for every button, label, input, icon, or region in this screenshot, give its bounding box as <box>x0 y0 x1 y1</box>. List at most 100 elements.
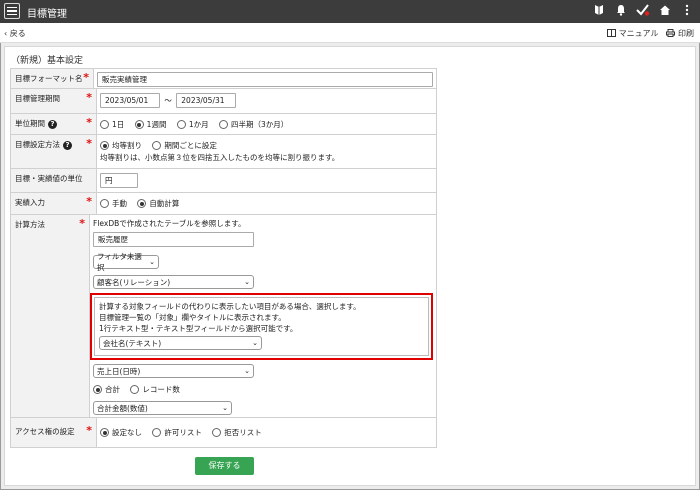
period-label: 目標管理期間 <box>15 94 60 103</box>
option-label: 四半期（3か月） <box>231 120 289 129</box>
access-option-allow[interactable]: 許可リスト <box>152 427 202 438</box>
required-mark: * <box>83 71 89 84</box>
required-mark: * <box>86 116 92 129</box>
help-icon[interactable]: ? <box>48 120 57 129</box>
option-label: 1日 <box>112 120 125 129</box>
aggregation-option-count[interactable]: レコード数 <box>130 384 180 395</box>
period-separator: 〜 <box>164 96 172 105</box>
radio-button-selected[interactable] <box>100 428 109 437</box>
display-field-help-2: 目標管理一覧の「対象」欄やタイトルに表示されます。 <box>99 313 286 322</box>
radio-button-selected[interactable] <box>93 385 102 394</box>
option-label: 手動 <box>112 199 127 208</box>
unit-period-option-day[interactable]: 1日 <box>100 119 124 130</box>
app-title: 目標管理 <box>27 9 67 20</box>
required-mark: * <box>86 195 92 208</box>
actual-input-option-manual[interactable]: 手動 <box>100 198 127 209</box>
save-button[interactable]: 保存する <box>195 457 254 475</box>
sub-toolbar: ‹ 戻る マニュアル 印刷 <box>0 23 700 43</box>
option-label: レコード数 <box>142 385 180 394</box>
print-label: 印刷 <box>678 29 694 38</box>
bell-icon[interactable] <box>614 4 628 18</box>
unit-period-option-week[interactable]: 1週間 <box>134 119 167 130</box>
radio-button[interactable] <box>176 120 186 129</box>
print-link[interactable]: 印刷 <box>666 28 694 39</box>
chevron-down-icon: ⌄ <box>222 404 228 412</box>
table-input[interactable]: 販売履歴 <box>93 232 254 247</box>
home-icon[interactable] <box>658 4 672 18</box>
manual-link[interactable]: マニュアル <box>607 28 658 39</box>
row-actual-input: 実績入力 * 手動 自動計算 <box>10 193 437 215</box>
radio-button[interactable] <box>100 199 109 208</box>
radio-button-selected[interactable] <box>137 199 147 208</box>
row-period: 目標管理期間 * 2023/05/01 〜 2023/05/31 <box>10 89 437 114</box>
access-option-deny[interactable]: 拒否リスト <box>212 427 262 438</box>
calc-method-label: 計算方法 <box>15 220 45 229</box>
chevron-left-icon: ‹ <box>4 29 8 38</box>
radio-button[interactable] <box>152 141 162 150</box>
main-panel: （新規）基本設定 目標フォーマット名 * 販売実績管理 目標管理期間 * 2023/… <box>4 46 696 486</box>
row-format-name: 目標フォーマット名 * 販売実績管理 <box>10 69 437 89</box>
unit-label: 目標・実績値の単位 <box>15 174 83 183</box>
hamburger-menu-icon[interactable] <box>4 3 20 19</box>
back-label: 戻る <box>9 29 26 38</box>
unit-period-option-quarter[interactable]: 四半期（3か月） <box>219 119 288 130</box>
period-start-input[interactable]: 2023/05/01 <box>100 93 160 108</box>
option-label: 合計 <box>105 385 120 394</box>
radio-button[interactable] <box>130 385 140 394</box>
back-link[interactable]: ‹ 戻る <box>4 28 26 39</box>
setting-method-option-period[interactable]: 期間ごとに設定 <box>152 140 217 152</box>
period-end-input[interactable]: 2023/05/31 <box>176 93 237 108</box>
chevron-down-icon: ⌄ <box>244 278 250 286</box>
more-icon[interactable] <box>680 4 694 18</box>
target-field-select[interactable]: 顧客名(リレーション) ⌄ <box>93 275 254 289</box>
option-label: 許可リスト <box>164 428 202 437</box>
required-mark: * <box>86 137 92 150</box>
beginner-icon[interactable] <box>592 4 606 18</box>
chevron-down-icon: ⌄ <box>244 367 250 375</box>
radio-button[interactable] <box>219 120 229 129</box>
amount-field-value: 合計金額(数値) <box>97 403 148 413</box>
display-field-help-1: 計算する対象フィールドの代わりに表示したい項目がある場合、選択します。 <box>99 302 361 311</box>
row-setting-method: 目標設定方法? * 均等割り 期間ごとに設定 均等割りは、小数点第３位を四捨五入し… <box>10 135 437 169</box>
aggregation-option-sum[interactable]: 合計 <box>93 384 120 395</box>
option-label: 自動計算 <box>149 199 180 208</box>
highlight-box: 計算する対象フィールドの代わりに表示したい項目がある場合、選択します。 目標管理… <box>90 293 433 360</box>
access-label: アクセス権の設定 <box>15 427 75 436</box>
display-field-value: 会社名(テキスト) <box>103 338 162 348</box>
row-unit: 目標・実績値の単位 円 <box>10 169 437 193</box>
row-unit-period: 単位期間? * 1日 1週間 1か月 四半期（3か月） <box>10 114 437 135</box>
required-mark: * <box>86 424 92 437</box>
filter-select-value: フィルタ未選択 <box>97 252 142 272</box>
date-field-select[interactable]: 売上日(日時) ⌄ <box>93 364 254 378</box>
unit-period-option-month[interactable]: 1か月 <box>176 119 209 130</box>
settings-form: 目標フォーマット名 * 販売実績管理 目標管理期間 * 2023/05/01 〜 2… <box>10 68 437 448</box>
actual-input-option-auto[interactable]: 自動計算 <box>137 198 179 209</box>
option-label: 期間ごとに設定 <box>164 141 217 150</box>
unit-input[interactable]: 円 <box>100 173 138 188</box>
setting-method-note: 均等割りは、小数点第３位を四捨五入したものを均等に割り振ります。 <box>100 153 340 162</box>
date-field-value: 売上日(日時) <box>97 366 141 376</box>
section-title: （新規）基本設定 <box>11 56 84 66</box>
actual-input-label: 実績入力 <box>15 198 45 207</box>
book-icon <box>607 29 617 37</box>
check-icon[interactable] <box>636 4 650 18</box>
radio-button-selected[interactable] <box>100 141 109 150</box>
radio-button-selected[interactable] <box>134 120 144 129</box>
access-option-none[interactable]: 設定なし <box>100 427 142 438</box>
format-name-input[interactable]: 販売実績管理 <box>97 72 433 87</box>
row-calc-method: 計算方法 * FlexDBで作成されたテーブルを参照します。 販売履歴 フィルタ未… <box>10 215 437 418</box>
setting-method-option-equal[interactable]: 均等割り <box>100 140 142 152</box>
filter-select[interactable]: フィルタ未選択 ⌄ <box>93 252 159 272</box>
option-label: 1週間 <box>146 120 167 129</box>
radio-button[interactable] <box>152 428 162 437</box>
option-label: 1か月 <box>188 120 209 129</box>
setting-method-label: 目標設定方法 <box>15 140 60 149</box>
radio-button[interactable] <box>100 120 109 129</box>
radio-button[interactable] <box>212 428 222 437</box>
amount-field-select[interactable]: 合計金額(数値) ⌄ <box>93 401 232 415</box>
display-field-select[interactable]: 会社名(テキスト) ⌄ <box>99 336 262 350</box>
help-icon[interactable]: ? <box>63 141 72 150</box>
manual-label: マニュアル <box>618 29 659 38</box>
required-mark: * <box>86 91 92 104</box>
unit-period-label: 単位期間 <box>15 119 45 128</box>
